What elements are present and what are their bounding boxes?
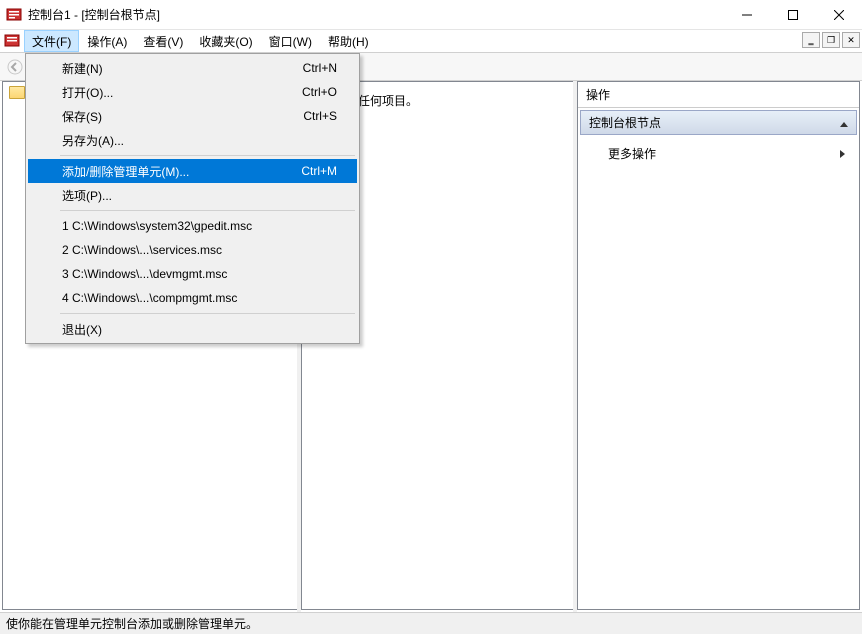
file-menu-item-shortcut: Ctrl+N [303, 61, 337, 75]
minimize-button[interactable] [724, 0, 770, 29]
titlebar: 控制台1 - [控制台根节点] [0, 0, 862, 30]
menu-separator [60, 313, 355, 314]
file-menu-item-label: 保存(S) [62, 108, 283, 125]
file-menu-item-label: 4 C:\Windows\...\compmgmt.msc [62, 291, 337, 305]
mdi-window-controls: ‗ ❐ ✕ [800, 32, 860, 48]
file-menu-dropdown: 新建(N) Ctrl+N 打开(O)... Ctrl+O 保存(S) Ctrl+S 另存为(… [25, 53, 360, 344]
menubar: 文件(F) 操作(A) 查看(V) 收藏夹(O) 窗口(W) 帮助(H) ‗ ❐… [0, 30, 862, 53]
chevron-up-icon [840, 116, 848, 130]
actions-pane-title: 操作 [578, 82, 859, 108]
window-title: 控制台1 - [控制台根节点] [28, 6, 724, 23]
maximize-button[interactable] [770, 0, 816, 29]
file-menu-item-shortcut: Ctrl+S [303, 109, 337, 123]
file-menu-item[interactable]: 4 C:\Windows\...\compmgmt.msc [28, 286, 357, 310]
file-menu-item-label: 添加/删除管理单元(M)... [62, 163, 281, 180]
menu-file[interactable]: 文件(F) [24, 30, 79, 52]
file-menu-item-label: 2 C:\Windows\...\services.msc [62, 243, 337, 257]
file-menu-item[interactable]: 新建(N) Ctrl+N [28, 56, 357, 80]
folder-icon [9, 86, 25, 99]
file-menu-item[interactable]: 退出(X) [28, 317, 357, 341]
actions-section-title: 控制台根节点 [589, 114, 661, 131]
file-menu-item-shortcut: Ctrl+O [302, 85, 337, 99]
file-menu-item-label: 退出(X) [62, 321, 337, 338]
mdi-minimize-button[interactable]: ‗ [802, 32, 820, 48]
more-actions-item[interactable]: 更多操作 [584, 139, 853, 168]
chevron-right-icon [840, 147, 845, 161]
file-menu-item-shortcut: Ctrl+M [301, 164, 337, 178]
mdi-close-button[interactable]: ✕ [842, 32, 860, 48]
actions-section-header[interactable]: 控制台根节点 [580, 110, 857, 135]
file-menu-item[interactable]: 打开(O)... Ctrl+O [28, 80, 357, 104]
file-menu-item[interactable]: 选项(P)... [28, 183, 357, 207]
close-button[interactable] [816, 0, 862, 29]
file-menu-item[interactable]: 添加/删除管理单元(M)... Ctrl+M [28, 159, 357, 183]
file-menu-item[interactable]: 1 C:\Windows\system32\gpedit.msc [28, 214, 357, 238]
back-button[interactable] [4, 56, 26, 78]
file-menu-item[interactable]: 3 C:\Windows\...\devmgmt.msc [28, 262, 357, 286]
file-menu-item-label: 选项(P)... [62, 187, 337, 204]
menu-favorites[interactable]: 收藏夹(O) [191, 30, 260, 52]
app-icon [6, 7, 22, 23]
menu-action[interactable]: 操作(A) [79, 30, 135, 52]
menu-separator [60, 210, 355, 211]
file-menu-item[interactable]: 保存(S) Ctrl+S [28, 104, 357, 128]
menu-view[interactable]: 查看(V) [135, 30, 191, 52]
file-menu-item-label: 1 C:\Windows\system32\gpedit.msc [62, 219, 337, 233]
actions-pane: 操作 控制台根节点 更多操作 [577, 81, 860, 610]
more-actions-label: 更多操作 [608, 145, 656, 162]
file-menu-item-label: 3 C:\Windows\...\devmgmt.msc [62, 267, 337, 281]
file-menu-item-label: 新建(N) [62, 60, 283, 77]
file-menu-item-label: 另存为(A)... [62, 132, 337, 149]
mdi-restore-button[interactable]: ❐ [822, 32, 840, 48]
menu-window[interactable]: 窗口(W) [261, 30, 320, 52]
mdi-icon [4, 30, 20, 52]
file-menu-item[interactable]: 2 C:\Windows\...\services.msc [28, 238, 357, 262]
statusbar: 使你能在管理单元控制台添加或删除管理单元。 [0, 612, 862, 634]
file-menu-item-label: 打开(O)... [62, 84, 282, 101]
window-controls [724, 0, 862, 29]
status-text: 使你能在管理单元控制台添加或删除管理单元。 [6, 615, 258, 632]
file-menu-item[interactable]: 另存为(A)... [28, 128, 357, 152]
menu-help[interactable]: 帮助(H) [320, 30, 377, 52]
menu-separator [60, 155, 355, 156]
